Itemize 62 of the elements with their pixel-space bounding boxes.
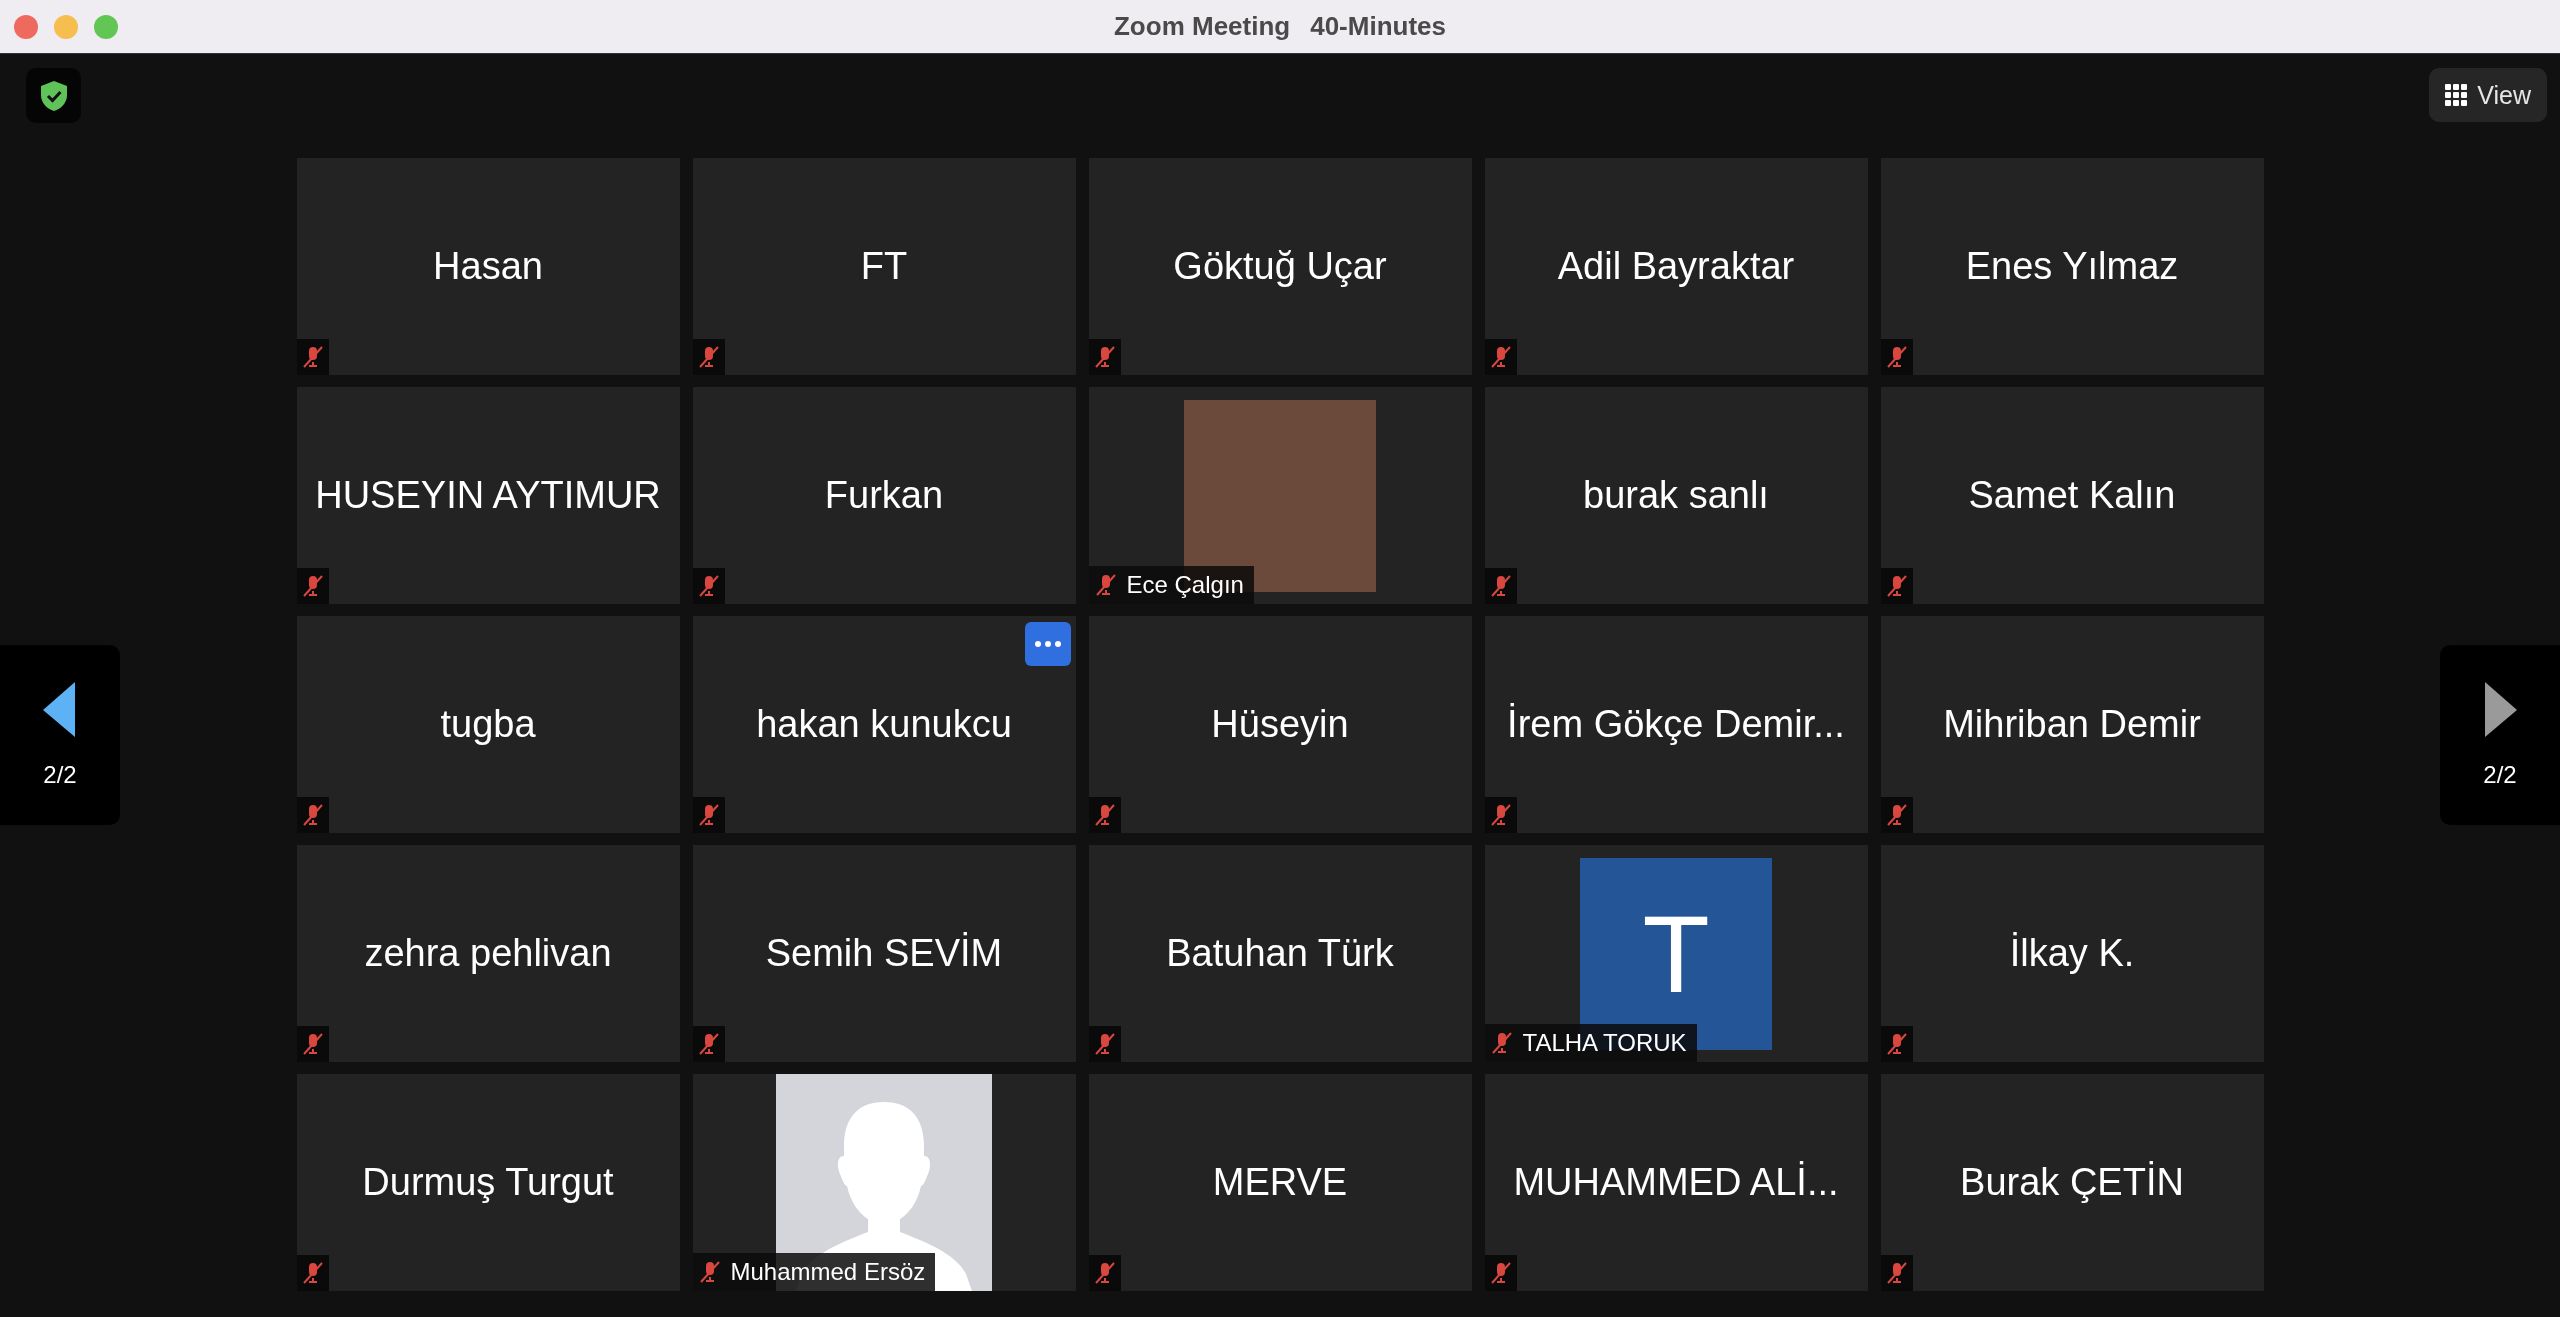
participant-name: zehra pehlivan [364, 932, 612, 975]
participant-name: Hasan [433, 245, 543, 288]
previous-page-button[interactable]: 2/2 [0, 645, 120, 825]
muted-mic-icon [1484, 797, 1517, 833]
participant-name: İrem Gökçe Demir... [1507, 703, 1845, 746]
muted-mic-icon [296, 568, 329, 604]
muted-mic-icon [296, 339, 329, 375]
muted-mic-icon [692, 1026, 725, 1062]
participant-name: Samet Kalın [1968, 474, 2176, 517]
minimize-icon[interactable] [54, 14, 78, 39]
zoom-icon[interactable] [94, 14, 118, 39]
right-triangle-icon [2483, 681, 2517, 739]
muted-mic-icon [1088, 339, 1121, 375]
participant-name: burak sanlı [1583, 474, 1769, 517]
participant-name: Semih SEVİM [765, 932, 1003, 975]
muted-mic-icon [692, 797, 725, 833]
muted-mic-icon [1088, 797, 1121, 833]
participant-name: TALHA TORUK [1522, 1029, 1687, 1057]
muted-mic-icon [692, 339, 725, 375]
participant-name: Enes Yılmaz [1965, 245, 2179, 288]
participant-name: Hüseyin [1211, 703, 1349, 746]
muted-mic-icon [1880, 1026, 1913, 1062]
participant-name: Furkan [824, 474, 944, 517]
grid-icon [2445, 84, 2468, 106]
participant-name: Mihriban Demir [1943, 703, 2201, 746]
participant-name: HUSEYIN AYTIMUR [315, 474, 661, 517]
participant-name: Muhammed Ersöz [730, 1258, 926, 1286]
muted-mic-icon [1880, 797, 1913, 833]
time-limit-label: 40-Minutes [1310, 11, 1446, 42]
security-shield-icon[interactable] [26, 68, 81, 123]
muted-mic-icon [1484, 568, 1517, 604]
close-icon[interactable] [14, 14, 38, 39]
ellipsis-icon [1034, 641, 1061, 647]
muted-mic-icon [1088, 1255, 1121, 1291]
participant-name: MUHAMMED ALİ... [1513, 1161, 1839, 1204]
participant-name: tugba [440, 703, 536, 746]
participant-name: Göktuğ Uçar [1173, 245, 1387, 288]
participant-name: Burak ÇETİN [1960, 1161, 2184, 1204]
participant-name: Durmuş Turgut [362, 1161, 614, 1204]
muted-mic-icon [296, 1026, 329, 1062]
participant-name: Adil Bayraktar [1557, 245, 1795, 288]
participant-name: Batuhan Türk [1166, 932, 1394, 975]
participant-name: İlkay K. [2009, 932, 2135, 975]
muted-mic-icon [1484, 1255, 1517, 1291]
avatar-initial: T [1642, 891, 1710, 1017]
muted-mic-icon [1088, 1026, 1121, 1062]
muted-mic-icon [1484, 339, 1517, 375]
next-page-button[interactable]: 2/2 [2440, 645, 2560, 825]
participant-name: MERVE [1212, 1161, 1348, 1204]
view-button[interactable]: View [2429, 68, 2547, 122]
more-options-button[interactable] [1024, 622, 1071, 666]
participant-name: Ece Çalgın [1126, 571, 1244, 599]
window-title: Zoom Meeting [1114, 11, 1291, 42]
muted-mic-icon [296, 1255, 329, 1291]
left-triangle-icon [43, 681, 77, 739]
muted-mic-icon [1880, 339, 1913, 375]
muted-mic-icon [296, 797, 329, 833]
muted-mic-icon [1880, 568, 1913, 604]
muted-mic-icon [1880, 1255, 1913, 1291]
participant-name: FT [860, 245, 908, 288]
participant-name: hakan kunukcu [756, 703, 1012, 746]
muted-mic-icon [692, 568, 725, 604]
